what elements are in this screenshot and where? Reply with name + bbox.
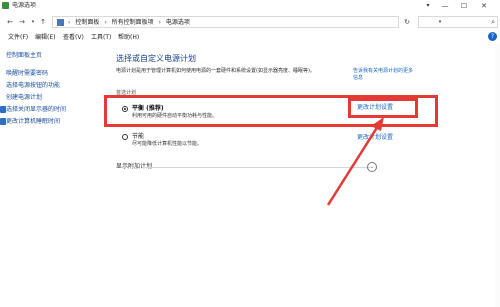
- sidebar: 控制面板主页 唤醒时需要密码 选择电源按钮的功能 创建电源计划 选择关闭显示器的…: [0, 44, 100, 307]
- breadcrumb-separator: ›: [158, 19, 161, 26]
- sidebar-item-power-button[interactable]: 选择电源按钮的功能: [6, 82, 60, 90]
- forward-button[interactable]: →: [17, 17, 27, 27]
- sidebar-item-sleep-time[interactable]: 更改计算机睡眠时间: [6, 118, 60, 126]
- plan-power-saver-radio[interactable]: [122, 134, 128, 140]
- menu-file[interactable]: 文件(F): [8, 33, 28, 43]
- menu-bar: 文件(F) 编辑(E) 查看(V) 工具(T) 帮助(H): [0, 33, 500, 43]
- refresh-button[interactable]: ↻: [402, 17, 412, 27]
- search-input[interactable]: ⌕: [418, 16, 498, 28]
- search-icon[interactable]: ⌕: [491, 18, 495, 27]
- up-button[interactable]: ↑: [38, 17, 48, 27]
- breadcrumb-separator: ›: [68, 19, 71, 26]
- menu-help[interactable]: 帮助(H): [118, 33, 139, 43]
- sidebar-item-display-off[interactable]: 选择关闭显示器的时间: [6, 106, 66, 114]
- recent-locations-button[interactable]: ▾: [28, 17, 38, 27]
- breadcrumb-control-panel[interactable]: 控制面板: [75, 19, 99, 26]
- page-title: 选择或自定义电源计划: [116, 54, 196, 63]
- maximize-button[interactable]: ☐: [456, 1, 472, 11]
- help-icon[interactable]: ?: [488, 32, 497, 41]
- power-options-icon: [2, 2, 9, 9]
- change-plan-settings-link[interactable]: 更改计划设置: [357, 134, 393, 142]
- highlight-box-link: [348, 98, 418, 118]
- chevron-down-icon[interactable]: ▾: [422, 1, 434, 11]
- sidebar-item-wake-password[interactable]: 唤醒时需要密码: [6, 70, 48, 78]
- breadcrumb-separator: ›: [104, 19, 107, 26]
- menu-edit[interactable]: 编辑(E): [35, 33, 55, 43]
- main-content: 选择或自定义电源计划 电源计划是用于管理计算机如何使用电源的一套硬件和系统设置(…: [112, 44, 500, 307]
- minimize-button[interactable]: —: [437, 1, 453, 11]
- breadcrumb: › 控制面板 › 所有控制面板项 › 电源选项: [68, 18, 193, 27]
- chevron-down-icon[interactable]: ⌄: [367, 162, 377, 172]
- learn-more-link[interactable]: 告诉我有关电源计划的更多信息: [353, 68, 413, 82]
- menu-tools[interactable]: 工具(T): [91, 33, 111, 43]
- scrollbar[interactable]: [495, 44, 500, 307]
- breadcrumb-all-items[interactable]: 所有控制面板项: [112, 19, 154, 26]
- address-bar[interactable]: › 控制面板 › 所有控制面板项 › 电源选项 ▾: [52, 16, 441, 28]
- sidebar-item-create-plan[interactable]: 创建电源计划: [6, 94, 42, 102]
- divider: [142, 167, 370, 168]
- back-button[interactable]: ←: [5, 17, 15, 27]
- title-bar: 电源选项 ▾ — ☐ ✕: [0, 0, 500, 12]
- address-row: ← → ▾ ↑ › 控制面板 › 所有控制面板项 › 电源选项 ▾ ↻ ⌕: [0, 14, 500, 30]
- breadcrumb-power-options[interactable]: 电源选项: [166, 19, 190, 26]
- sidebar-item-home[interactable]: 控制面板主页: [6, 52, 42, 60]
- plan-power-saver-desc: 尽可能降低计算机性能以节能。: [132, 141, 203, 147]
- menu-view[interactable]: 查看(V): [63, 33, 84, 43]
- control-panel-icon: [57, 19, 64, 26]
- close-button[interactable]: ✕: [476, 1, 492, 11]
- plan-power-saver-name[interactable]: 节能: [132, 133, 144, 141]
- window-title: 电源选项: [12, 2, 37, 9]
